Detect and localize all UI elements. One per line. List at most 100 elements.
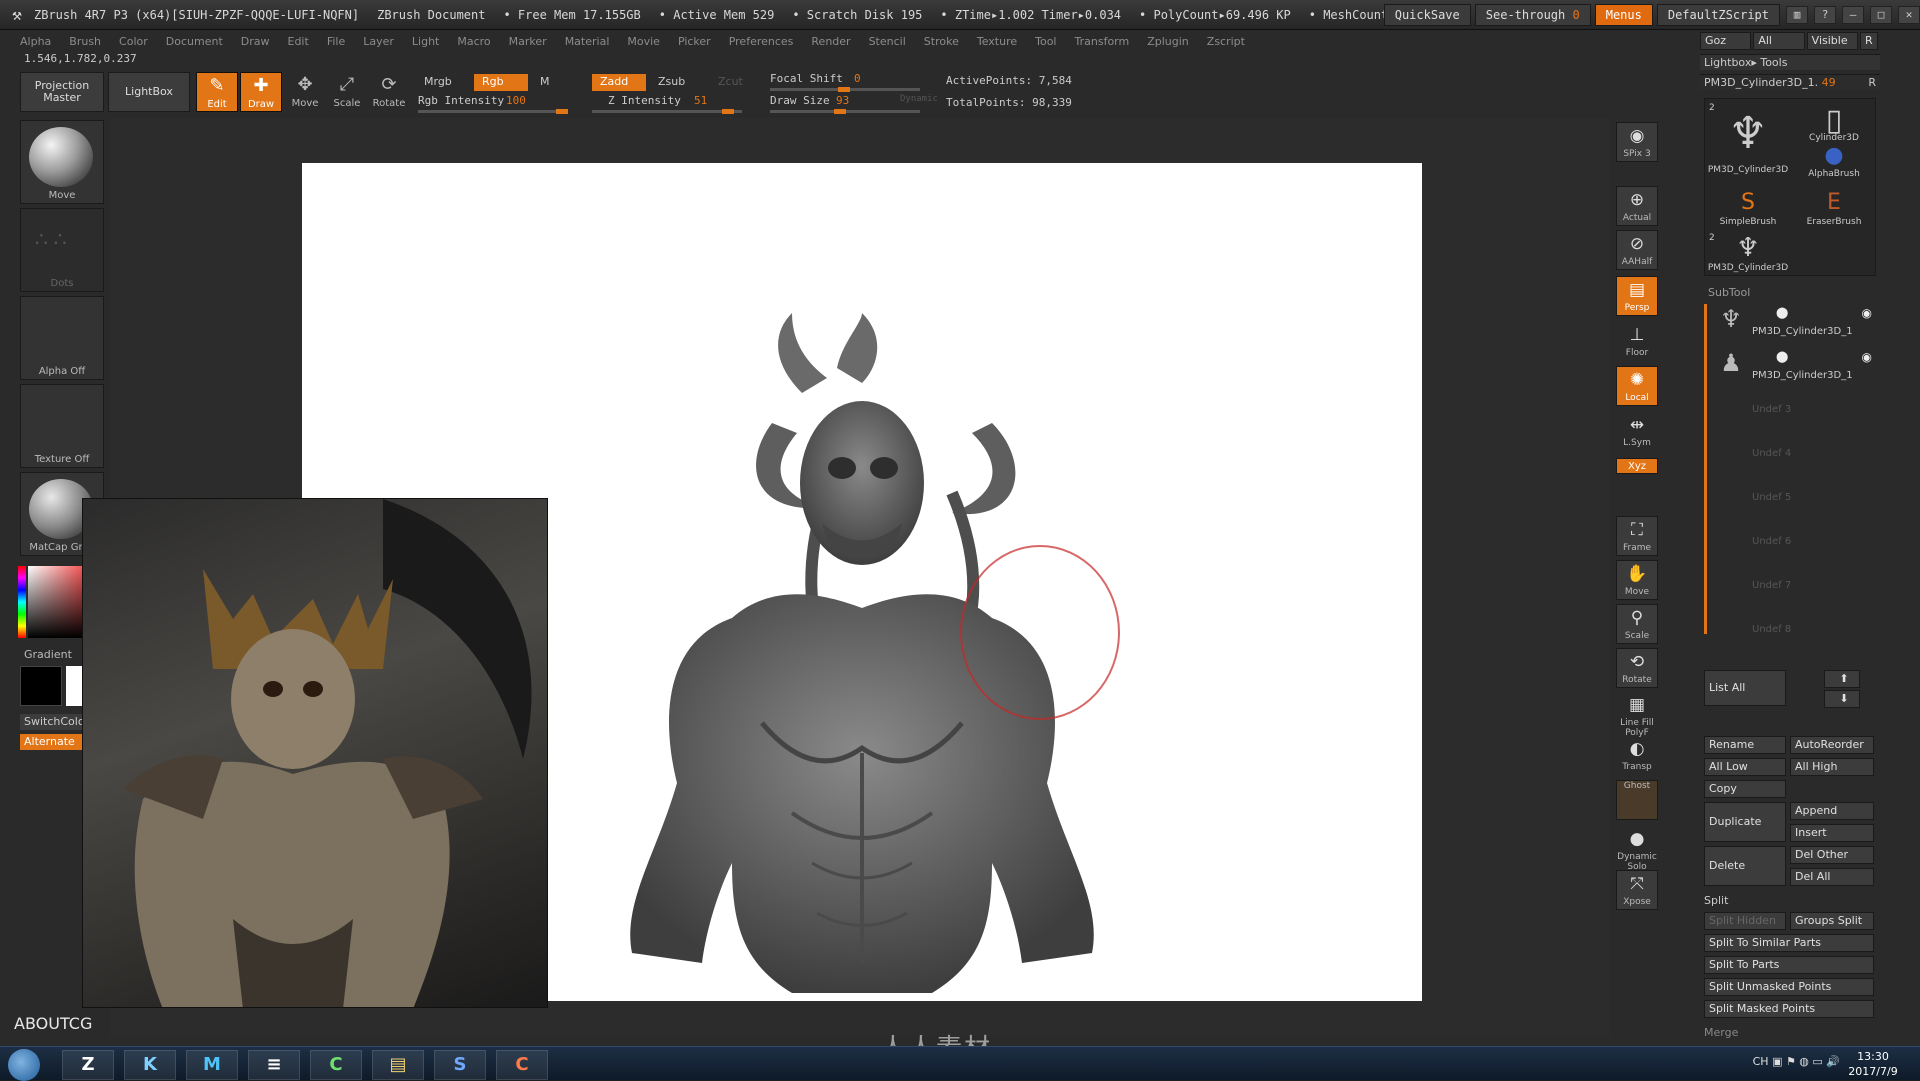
- polyf-button[interactable]: ▦ Line Fill PolyF: [1616, 692, 1658, 738]
- menu-render[interactable]: Render: [811, 35, 850, 48]
- maximize-icon[interactable]: □: [1870, 6, 1892, 24]
- delete-button[interactable]: Delete: [1704, 846, 1786, 886]
- menu-transform[interactable]: Transform: [1075, 35, 1130, 48]
- subtool-scrollbar[interactable]: [1704, 304, 1707, 634]
- move-mode-button[interactable]: ✥ Move: [284, 72, 326, 112]
- taskbar-s-icon[interactable]: S: [434, 1050, 486, 1080]
- menu-layer[interactable]: Layer: [363, 35, 394, 48]
- minimize-icon[interactable]: –: [1842, 6, 1864, 24]
- taskbar-document-icon[interactable]: ≡: [248, 1050, 300, 1080]
- dynamic-button[interactable]: Dynamic: [900, 94, 938, 104]
- split-to-parts-button[interactable]: Split To Parts: [1704, 956, 1874, 974]
- lsym-button[interactable]: ⇹ L.Sym: [1616, 412, 1658, 452]
- menu-picker[interactable]: Picker: [678, 35, 711, 48]
- split-hidden-button[interactable]: Split Hidden: [1704, 912, 1786, 930]
- menus-button[interactable]: Menus: [1594, 4, 1653, 26]
- taskbar-maya-icon[interactable]: M: [186, 1050, 238, 1080]
- list-all-button[interactable]: List All: [1704, 670, 1786, 706]
- frame-button[interactable]: ⛶ Frame: [1616, 516, 1658, 556]
- split-masked-button[interactable]: Split Masked Points: [1704, 1000, 1874, 1018]
- see-through-slider[interactable]: See-through 0: [1474, 4, 1591, 26]
- menu-marker[interactable]: Marker: [509, 35, 547, 48]
- draw-size-slider[interactable]: [770, 109, 920, 114]
- goz-button[interactable]: Goz: [1700, 32, 1752, 50]
- move-up-icon[interactable]: ⬆: [1824, 670, 1860, 688]
- all-low-button[interactable]: All Low: [1704, 758, 1786, 776]
- rename-button[interactable]: Rename: [1704, 736, 1786, 754]
- layout-icon[interactable]: ▥: [1786, 6, 1808, 24]
- help-icon[interactable]: ?: [1814, 6, 1836, 24]
- xyz-button[interactable]: Xyz: [1616, 458, 1658, 474]
- move-view-button[interactable]: ✋ Move: [1616, 560, 1658, 600]
- tool-eraserbrush[interactable]: E EraserBrush: [1793, 189, 1875, 227]
- visibility-eye-icon[interactable]: ◉: [1862, 350, 1872, 364]
- subtool-title[interactable]: SubTool: [1708, 286, 1750, 299]
- move-down-icon[interactable]: ⬇: [1824, 690, 1860, 708]
- autoreorder-button[interactable]: AutoReorder: [1790, 736, 1874, 754]
- persp-button[interactable]: ▤ Persp: [1616, 276, 1658, 316]
- zcut-button[interactable]: Zcut: [710, 74, 750, 91]
- close-icon[interactable]: ✕: [1898, 6, 1920, 24]
- quicksave-button[interactable]: QuickSave: [1383, 4, 1471, 26]
- menu-movie[interactable]: Movie: [627, 35, 660, 48]
- all-high-button[interactable]: All High: [1790, 758, 1874, 776]
- rotate-mode-button[interactable]: ⟳ Rotate: [368, 72, 410, 112]
- insert-button[interactable]: Insert: [1790, 824, 1874, 842]
- split-unmasked-button[interactable]: Split Unmasked Points: [1704, 978, 1874, 996]
- ghost-button[interactable]: Ghost: [1616, 780, 1658, 820]
- spix-button[interactable]: ◉ SPix 3: [1616, 122, 1658, 162]
- hue-strip[interactable]: [18, 566, 26, 638]
- stroke-selector[interactable]: ∴∴ Dots: [20, 208, 104, 292]
- lightbox-button[interactable]: LightBox: [108, 72, 190, 112]
- paint-toggle-icon[interactable]: ⬤: [1776, 306, 1788, 319]
- actual-button[interactable]: ⊕ Actual: [1616, 186, 1658, 226]
- copy-button[interactable]: Copy: [1704, 780, 1786, 798]
- projection-master-button[interactable]: Projection Master: [20, 72, 104, 112]
- local-button[interactable]: ✺ Local: [1616, 366, 1658, 406]
- taskbar-explorer-icon[interactable]: ▤: [372, 1050, 424, 1080]
- taskbar-k-icon[interactable]: K: [124, 1050, 176, 1080]
- aahalf-button[interactable]: ⊘ AAHalf: [1616, 230, 1658, 270]
- menu-edit[interactable]: Edit: [288, 35, 309, 48]
- menu-color[interactable]: Color: [119, 35, 148, 48]
- taskbar-zbrush-icon[interactable]: Z: [62, 1050, 114, 1080]
- mrgb-button[interactable]: Mrgb: [416, 74, 468, 91]
- append-button[interactable]: Append: [1790, 802, 1874, 820]
- taskbar-camtasia-icon[interactable]: C: [310, 1050, 362, 1080]
- scale-mode-button[interactable]: ⤢ Scale: [326, 72, 368, 112]
- edit-mode-button[interactable]: ✎ Edit: [196, 72, 238, 112]
- z-intensity-slider[interactable]: [592, 109, 742, 114]
- current-tool-slider[interactable]: PM3D_Cylinder3D_1. 49 R: [1700, 74, 1880, 90]
- split-section-title[interactable]: Split: [1704, 894, 1728, 907]
- tool-pm3d-cylinder-a[interactable]: 2 ♆ PM3D_Cylinder3D: [1707, 103, 1789, 175]
- menu-stroke[interactable]: Stroke: [924, 35, 959, 48]
- menu-document[interactable]: Document: [166, 35, 223, 48]
- visible-button[interactable]: Visible: [1806, 32, 1858, 50]
- menu-preferences[interactable]: Preferences: [729, 35, 794, 48]
- transp-button[interactable]: ◐ Transp: [1616, 736, 1658, 776]
- menu-zplugin[interactable]: Zplugin: [1147, 35, 1189, 48]
- focal-shift-slider[interactable]: [770, 87, 920, 92]
- menu-material[interactable]: Material: [565, 35, 610, 48]
- alpha-selector[interactable]: Alpha Off: [20, 296, 104, 380]
- r-button[interactable]: R: [1859, 32, 1878, 50]
- m-button[interactable]: M: [532, 74, 562, 91]
- default-zscript-button[interactable]: DefaultZScript: [1656, 4, 1780, 26]
- merge-section-title[interactable]: Merge: [1704, 1026, 1738, 1039]
- del-all-button[interactable]: Del All: [1790, 868, 1874, 886]
- texture-selector[interactable]: Texture Off: [20, 384, 104, 468]
- lightbox-tools-button[interactable]: Lightbox▸ Tools: [1700, 54, 1880, 70]
- draw-mode-button[interactable]: ✚ Draw: [240, 72, 282, 112]
- menu-alpha[interactable]: Alpha: [20, 35, 51, 48]
- visibility-eye-icon[interactable]: ◉: [1862, 306, 1872, 320]
- zadd-button[interactable]: Zadd: [592, 74, 646, 91]
- zsub-button[interactable]: Zsub: [650, 74, 704, 91]
- taskbar-recorder-icon[interactable]: C: [496, 1050, 548, 1080]
- xpose-button[interactable]: ⤧ Xpose: [1616, 870, 1658, 910]
- menu-texture[interactable]: Texture: [977, 35, 1017, 48]
- del-other-button[interactable]: Del Other: [1790, 846, 1874, 864]
- menu-macro[interactable]: Macro: [457, 35, 490, 48]
- system-tray[interactable]: CH ▣ ⚑ ◍ ▭ 🔊: [1753, 1055, 1840, 1068]
- menu-tool[interactable]: Tool: [1035, 35, 1056, 48]
- rotate-view-button[interactable]: ⟲ Rotate: [1616, 648, 1658, 688]
